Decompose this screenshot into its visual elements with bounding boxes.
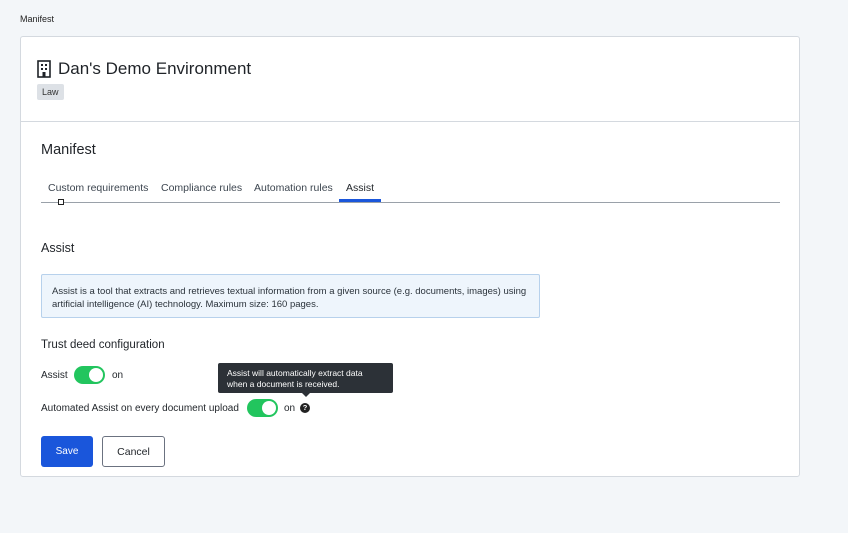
tab-custom-requirements[interactable]: Custom requirements	[48, 182, 148, 194]
building-icon	[37, 60, 51, 78]
tooltip-arrow	[302, 393, 310, 397]
manifest-panel: Dan's Demo Environment Law Manifest Cust…	[20, 36, 800, 477]
tab-assist[interactable]: Assist	[346, 182, 374, 194]
tooltip: Assist will automatically extract data w…	[218, 363, 393, 393]
tab-automation-rules[interactable]: Automation rules	[254, 182, 333, 194]
question-icon[interactable]: ?	[300, 403, 310, 413]
breadcrumb: Manifest	[20, 14, 55, 24]
environment-header: Dan's Demo Environment Law	[21, 37, 799, 122]
toggle-knob	[89, 368, 103, 382]
tooltip-line-2: when a document is received.	[227, 379, 340, 389]
info-line-2: artificial intelligence (AI) technology.…	[52, 299, 319, 310]
auto-assist-state: on	[284, 403, 296, 414]
assist-info-box: Assist is a tool that extracts and retri…	[41, 274, 540, 318]
auto-assist-label: Automated Assist on every document uploa…	[41, 403, 239, 414]
page-title: Manifest	[41, 142, 96, 158]
trust-deed-heading: Trust deed configuration	[41, 339, 165, 351]
resize-handle[interactable]	[58, 199, 64, 205]
toggle-knob	[262, 401, 276, 415]
tab-bar: Custom requirements Compliance rules Aut…	[41, 175, 780, 205]
assist-toggle-state: on	[112, 370, 124, 381]
tab-compliance-rules[interactable]: Compliance rules	[161, 182, 242, 194]
assist-toggle-label: Assist	[41, 370, 68, 381]
auto-assist-toggle[interactable]	[247, 399, 278, 417]
environment-title: Dan's Demo Environment	[58, 59, 252, 78]
save-button[interactable]: Save	[41, 436, 93, 467]
assist-toggle[interactable]	[74, 366, 105, 384]
assist-heading: Assist	[41, 241, 75, 255]
active-tab-indicator	[339, 199, 381, 202]
info-line-1: Assist is a tool that extracts and retri…	[52, 286, 527, 297]
tooltip-line-1: Assist will automatically extract data	[227, 368, 363, 378]
cancel-button[interactable]: Cancel	[102, 436, 165, 467]
environment-tag: Law	[37, 84, 64, 100]
